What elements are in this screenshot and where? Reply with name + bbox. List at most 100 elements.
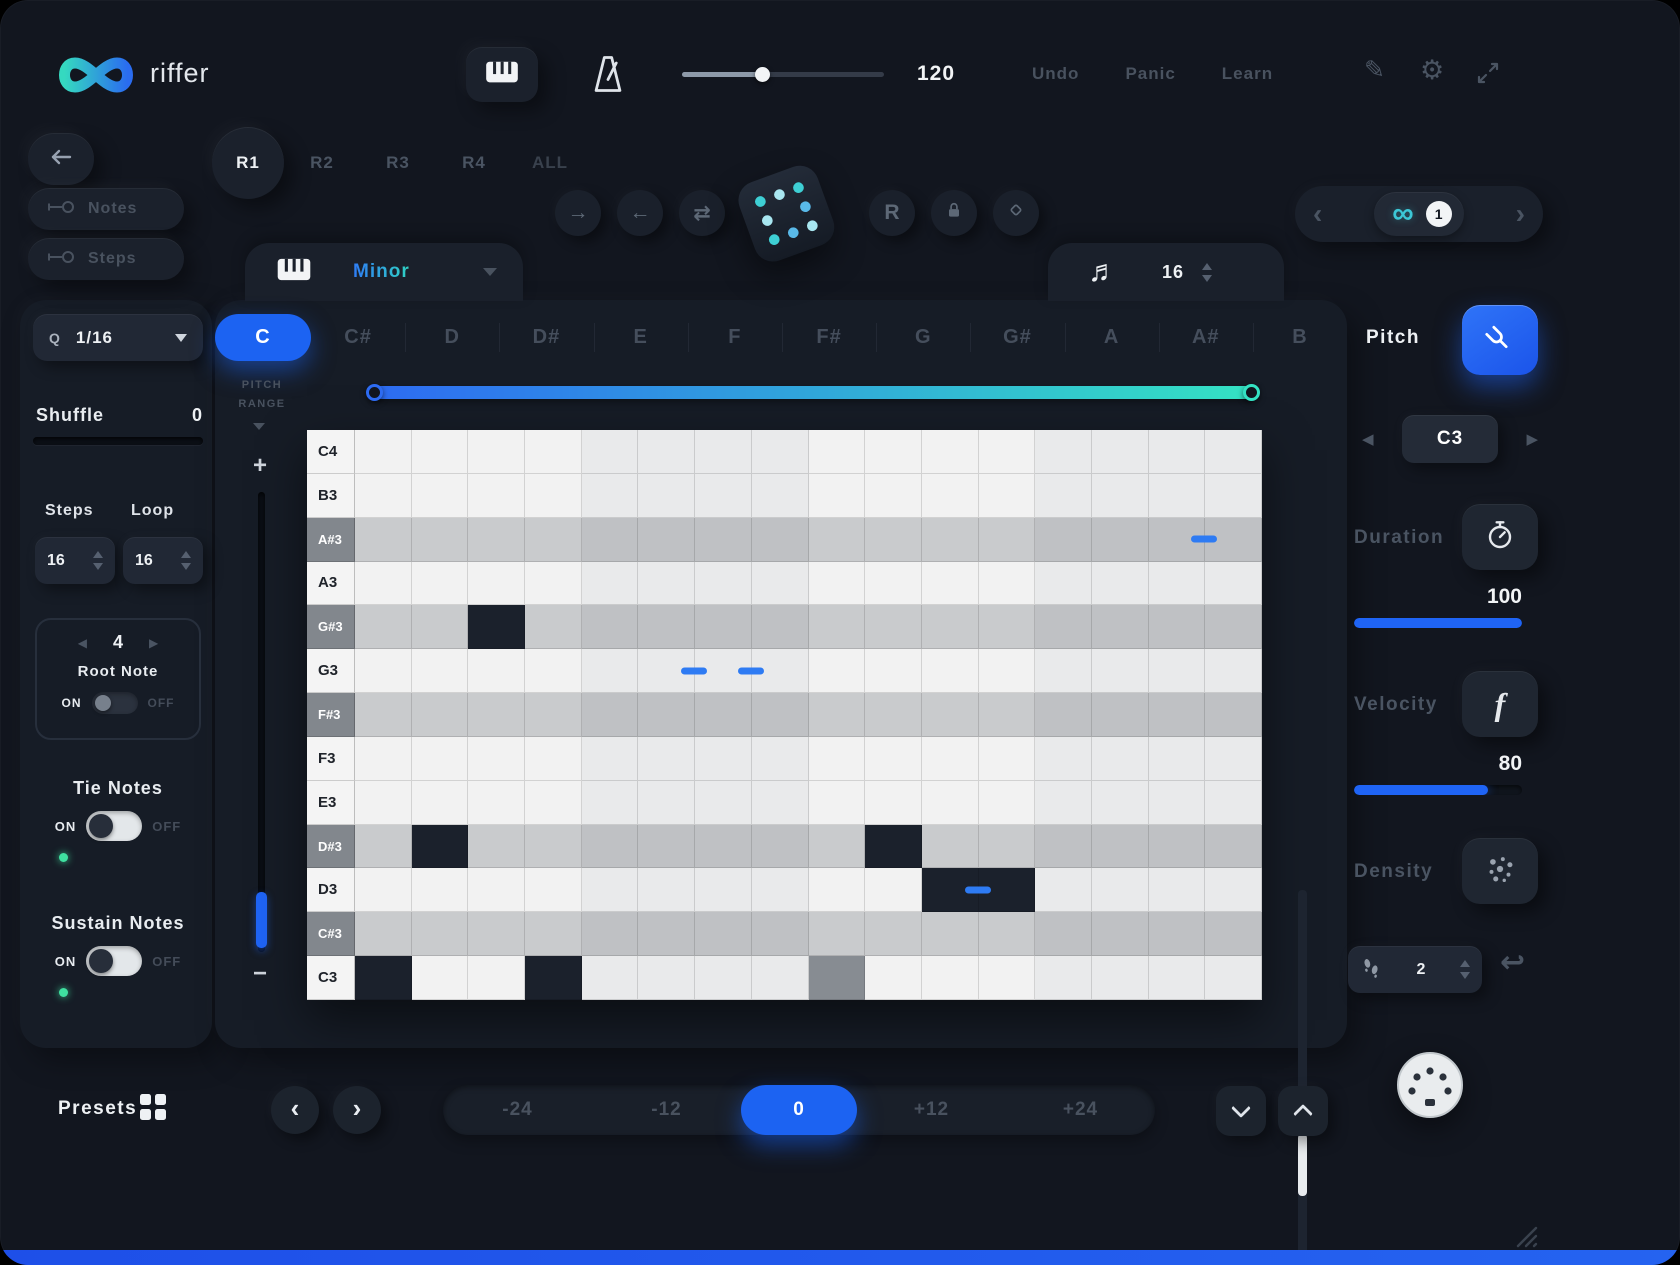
grid-cell[interactable] bbox=[468, 693, 525, 737]
grid-cell[interactable] bbox=[1149, 912, 1206, 956]
grid-cell[interactable] bbox=[525, 649, 582, 693]
octave-down-button[interactable] bbox=[1216, 1086, 1266, 1136]
grid-cell[interactable] bbox=[355, 693, 412, 737]
grid-cell[interactable] bbox=[1035, 693, 1092, 737]
octave-up-button[interactable] bbox=[1278, 1086, 1328, 1136]
pitch-range-max-handle[interactable] bbox=[1243, 384, 1260, 401]
grid-cell[interactable] bbox=[582, 781, 639, 825]
grid-cell[interactable] bbox=[468, 474, 525, 518]
metronome-icon[interactable] bbox=[586, 52, 630, 101]
grid-cell[interactable] bbox=[922, 430, 979, 474]
grid-cell[interactable] bbox=[695, 781, 752, 825]
grid-cell[interactable] bbox=[809, 649, 866, 693]
grid-cell[interactable] bbox=[355, 737, 412, 781]
pitch-note-prev-icon[interactable]: ◀ bbox=[1362, 432, 1374, 447]
key-e[interactable]: E bbox=[594, 314, 688, 361]
grid-cell[interactable] bbox=[412, 649, 469, 693]
grid-cell[interactable] bbox=[979, 518, 1036, 562]
grid-cell[interactable] bbox=[922, 518, 979, 562]
repeat-prev-icon[interactable]: ‹ bbox=[1313, 200, 1322, 228]
grid-cell[interactable] bbox=[752, 605, 809, 649]
grid-cell[interactable] bbox=[1205, 868, 1262, 912]
grid-cell[interactable] bbox=[1205, 825, 1262, 869]
grid-cell[interactable] bbox=[1205, 737, 1262, 781]
resize-grip-icon[interactable] bbox=[1512, 1222, 1538, 1253]
grid-cell[interactable] bbox=[1205, 649, 1262, 693]
grid-cell[interactable] bbox=[468, 605, 525, 649]
grid-cell[interactable] bbox=[1035, 474, 1092, 518]
grid-cell[interactable] bbox=[525, 825, 582, 869]
eraser-button[interactable] bbox=[993, 190, 1039, 236]
lock-button[interactable] bbox=[931, 190, 977, 236]
velocity-tick[interactable] bbox=[681, 667, 707, 674]
shift-left-button[interactable]: ← bbox=[617, 190, 663, 236]
grid-cell[interactable] bbox=[525, 474, 582, 518]
grid-cell[interactable] bbox=[582, 605, 639, 649]
root-note-toggle[interactable] bbox=[92, 692, 138, 714]
grid-cell[interactable] bbox=[979, 430, 1036, 474]
pitch-note-value[interactable]: C3 bbox=[1402, 415, 1498, 463]
grid-cell[interactable] bbox=[582, 562, 639, 606]
grid-cell[interactable] bbox=[752, 518, 809, 562]
grid-cell[interactable] bbox=[582, 825, 639, 869]
grid-cell[interactable] bbox=[1149, 562, 1206, 606]
pitch-mode-button[interactable] bbox=[1462, 305, 1538, 375]
velocity-bar[interactable] bbox=[1354, 785, 1522, 795]
grid-cell[interactable] bbox=[1092, 737, 1149, 781]
riff-tab-r4[interactable]: R4 bbox=[436, 153, 512, 173]
grid-cell[interactable] bbox=[979, 956, 1036, 1000]
grid-cell[interactable] bbox=[979, 562, 1036, 606]
grid-cell[interactable] bbox=[638, 605, 695, 649]
stepper-up-icon[interactable] bbox=[1202, 263, 1212, 270]
grid-cell[interactable] bbox=[638, 868, 695, 912]
notes-view-toggle[interactable]: Notes bbox=[28, 188, 184, 230]
grid-cell[interactable] bbox=[809, 474, 866, 518]
grid-cell[interactable] bbox=[922, 781, 979, 825]
grid-cell[interactable] bbox=[1149, 649, 1206, 693]
grid-cell[interactable] bbox=[582, 737, 639, 781]
grid-cell[interactable] bbox=[525, 912, 582, 956]
grid-cell[interactable] bbox=[695, 605, 752, 649]
grid-cell[interactable] bbox=[525, 562, 582, 606]
grid-cell[interactable] bbox=[638, 518, 695, 562]
grid-cell[interactable] bbox=[412, 474, 469, 518]
prev-preset-button[interactable]: ‹ bbox=[271, 1086, 319, 1134]
duration-bar[interactable] bbox=[1354, 618, 1522, 628]
grid-cell[interactable] bbox=[582, 518, 639, 562]
pitch-range-collapse-icon[interactable] bbox=[253, 423, 265, 430]
grid-cell[interactable] bbox=[1035, 912, 1092, 956]
pitch-range-min-handle[interactable] bbox=[366, 384, 383, 401]
grid-cell[interactable] bbox=[355, 430, 412, 474]
grid-cell[interactable] bbox=[468, 825, 525, 869]
grid-cell[interactable] bbox=[752, 956, 809, 1000]
grid-cell[interactable] bbox=[1149, 430, 1206, 474]
grid-cell[interactable] bbox=[809, 912, 866, 956]
grid-cell[interactable] bbox=[355, 912, 412, 956]
grid-cell[interactable] bbox=[1092, 562, 1149, 606]
grid-scrollbar[interactable] bbox=[1298, 890, 1307, 1265]
grid-cell[interactable] bbox=[865, 956, 922, 1000]
grid-cell[interactable] bbox=[1035, 956, 1092, 1000]
grid-cell[interactable] bbox=[468, 912, 525, 956]
grid-cell[interactable] bbox=[865, 737, 922, 781]
grid-cell[interactable] bbox=[1205, 430, 1262, 474]
grid-cell[interactable] bbox=[695, 825, 752, 869]
grid-cell[interactable] bbox=[752, 868, 809, 912]
grid-cell[interactable] bbox=[1035, 605, 1092, 649]
grid-cell[interactable] bbox=[865, 474, 922, 518]
grid-cell[interactable] bbox=[525, 605, 582, 649]
grid-cell[interactable] bbox=[582, 649, 639, 693]
grid-cell[interactable] bbox=[752, 474, 809, 518]
grid-cell[interactable] bbox=[809, 430, 866, 474]
gear-icon[interactable]: ⚙ bbox=[1420, 57, 1444, 84]
velocity-tick[interactable] bbox=[965, 886, 991, 893]
grid-cell[interactable] bbox=[922, 693, 979, 737]
grid-cell[interactable] bbox=[412, 562, 469, 606]
grid-cell[interactable] bbox=[525, 737, 582, 781]
grid-cell[interactable] bbox=[809, 956, 866, 1000]
grid-cell[interactable] bbox=[979, 649, 1036, 693]
grid-cell[interactable] bbox=[979, 825, 1036, 869]
key-b[interactable]: B bbox=[1253, 314, 1347, 361]
root-note-next-icon[interactable]: ▶ bbox=[149, 637, 158, 649]
grid-cell[interactable] bbox=[1205, 781, 1262, 825]
